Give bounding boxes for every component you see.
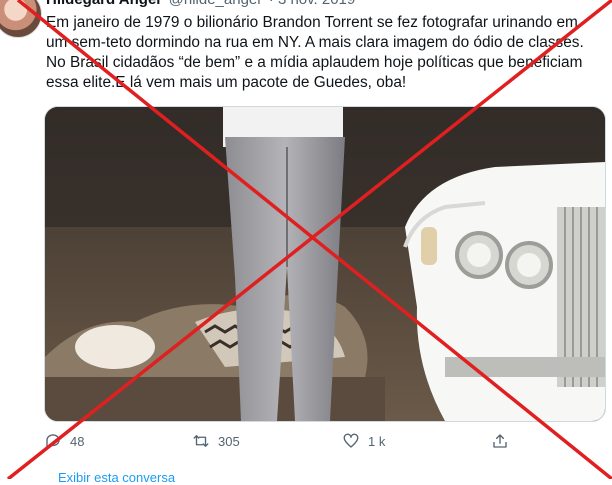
tweet-photo[interactable] — [44, 106, 606, 422]
tweet-text: Em janeiro de 1979 o bilionário Brandon … — [46, 14, 584, 91]
show-conversation-link[interactable]: Exibir esta conversa — [58, 470, 175, 485]
author-name[interactable]: Hildegard Angel — [46, 0, 160, 8]
reply-icon — [46, 434, 60, 448]
reply-button[interactable]: 48 — [44, 432, 84, 450]
retweet-icon — [193, 435, 209, 447]
retweet-count: 305 — [218, 433, 240, 449]
author-avatar[interactable] — [0, 0, 42, 38]
tweet-header: Hildegard Angel @hilde_angel · 3 nov. 20… — [46, 0, 355, 8]
share-icon — [493, 434, 507, 448]
tweet-actions: 48 305 1 k — [44, 432, 564, 454]
like-count: 1 k — [368, 433, 386, 449]
reply-count: 48 — [70, 433, 85, 449]
heart-icon — [343, 433, 359, 448]
tweet-card: Hildegard Angel @hilde_angel · 3 nov. 20… — [0, 0, 612, 485]
author-handle[interactable]: @hilde_angel — [169, 0, 261, 8]
retweet-button[interactable]: 305 — [192, 432, 240, 450]
tweet-date[interactable]: · 3 nov. 2019 — [269, 0, 355, 8]
street-photo-image — [45, 107, 605, 421]
like-button[interactable]: 1 k — [342, 432, 385, 450]
share-button[interactable] — [491, 432, 517, 450]
